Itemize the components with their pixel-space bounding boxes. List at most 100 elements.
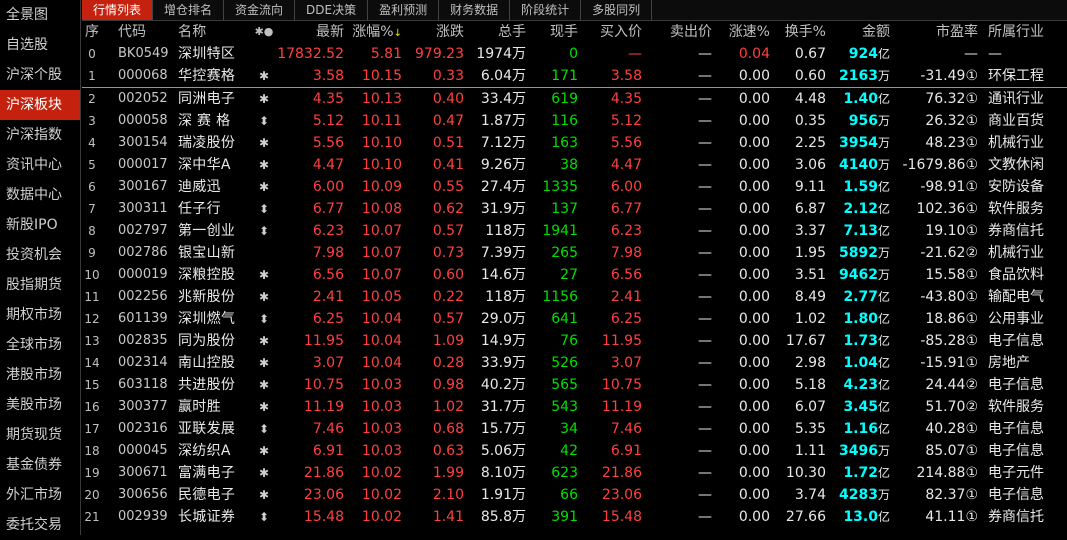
cell-bid: 7.98 — [610, 245, 642, 261]
cell-seq: 21 — [84, 510, 100, 524]
sidebar-item[interactable]: 资讯中心 — [0, 150, 80, 180]
table-row[interactable]: 19 300671 富满电子 ✱ 21.86 10.02 1.99 8.10万 623 21.86… — [82, 462, 1067, 484]
cell-name: 深粮控股 — [178, 267, 236, 283]
table-row[interactable]: 4 300154 瑞凌股份 ✱ 5.56 10.10 0.51 7.12万 163 5.56—0.… — [82, 132, 1067, 154]
cell-bid: 11.19 — [601, 399, 642, 415]
table-row[interactable]: 2 002052 同洲电子 ✱ 4.35 10.13 0.40 33.4万 619 4.35—0.… — [82, 88, 1067, 110]
sidebar-item[interactable]: 期权市场 — [0, 300, 80, 330]
cell-change: 0.98 — [432, 377, 464, 393]
col-ask[interactable]: 卖出价 — [642, 21, 712, 43]
sidebar-item[interactable]: 投资机会 — [0, 240, 80, 270]
tab[interactable]: 盈利预测 — [368, 0, 440, 20]
sidebar-item[interactable]: 新股IPO — [0, 210, 80, 240]
sidebar-item[interactable]: 沪深个股 — [0, 60, 80, 90]
sidebar-item[interactable]: 委托交易 — [0, 510, 80, 540]
cell-ask: — — [698, 91, 712, 107]
cell-bid: 5.12 — [610, 113, 642, 129]
table-row[interactable]: 17 002316 亚联发展 ⬍ 7.46 10.03 0.68 15.7万 34 7.46—0.… — [82, 418, 1067, 440]
table-body: 0 BK0549 深圳特区 17832.52 5.81 979.23 1974万 0— —0.0… — [82, 43, 1067, 528]
tab[interactable]: 增仓排名 — [153, 0, 225, 20]
cell-industry: 软件服务 — [988, 399, 1044, 415]
table-row[interactable]: 1 000068 华控赛格 ✱ 3.58 10.15 0.33 6.04万 171 3.58—0.… — [82, 65, 1067, 88]
cell-speed: 0.00 — [738, 135, 770, 151]
cell-change: 0.47 — [432, 113, 464, 129]
tab[interactable]: 财务数据 — [439, 0, 511, 20]
table-row[interactable]: 5 000017 深中华A ✱ 4.47 10.10 0.41 9.26万 38 4.47—0.0… — [82, 154, 1067, 176]
table-row[interactable]: 10 000019 深粮控股 ✱ 6.56 10.07 0.60 14.6万 27 6.56—0.… — [82, 264, 1067, 286]
table-row[interactable]: 21 002939 长城证券 ⬍ 15.48 10.02 1.41 85.8万 391 15.48… — [82, 506, 1067, 528]
cell-seq: 1 — [88, 69, 96, 83]
col-turnover[interactable]: 换手% — [770, 21, 826, 43]
sidebar-item[interactable]: 沪深板块 — [0, 90, 80, 120]
cell-industry: — — [988, 46, 1002, 62]
cell-pct: 10.04 — [361, 355, 402, 371]
cell-pct: 10.08 — [361, 201, 402, 217]
sidebar-item[interactable]: 股指期货 — [0, 270, 80, 300]
col-name[interactable]: 名称 — [178, 21, 254, 43]
cell-name: 赢时胜 — [178, 399, 221, 415]
cell-turnover: 10.30 — [785, 465, 826, 481]
table-row[interactable]: 14 002314 南山控股 ✱ 3.07 10.04 0.28 33.9万 526 3.07—0… — [82, 352, 1067, 374]
table-row[interactable]: 16 300377 赢时胜 ✱ 11.19 10.03 1.02 31.7万 543 11.19—… — [82, 396, 1067, 418]
sidebar-item[interactable]: 基金债券 — [0, 450, 80, 480]
table-row[interactable]: 11 002256 兆新股份 ✱ 2.41 10.05 0.22 118万 1156 2.41—0… — [82, 286, 1067, 308]
cell-seq: 10 — [84, 268, 100, 282]
sidebar-item[interactable]: 港股市场 — [0, 360, 80, 390]
table-row[interactable]: 13 002835 同为股份 ✱ 11.95 10.04 1.09 14.9万 76 11.95—… — [82, 330, 1067, 352]
cell-volume: 33.4万 — [480, 91, 526, 107]
table-row[interactable]: 7 300311 任子行 ⬍ 6.77 10.08 0.62 31.9万 137 6.77—0.0… — [82, 198, 1067, 220]
table-row[interactable]: 18 000045 深纺织A ✱ 6.91 10.03 0.63 5.06万 42 6.91—0.… — [82, 440, 1067, 462]
cell-ask: — — [698, 113, 712, 129]
col-current[interactable]: 现手 — [526, 21, 578, 43]
sidebar-item[interactable]: 自选股 — [0, 30, 80, 60]
cell-speed: 0.00 — [738, 289, 770, 305]
cell-industry: 电子信息 — [988, 377, 1044, 393]
col-speed[interactable]: 涨速% — [712, 21, 770, 43]
sidebar-item[interactable]: 沪深指数 — [0, 120, 80, 150]
sidebar-item[interactable]: 美股市场 — [0, 390, 80, 420]
cell-bid: 6.91 — [610, 443, 642, 459]
cell-volume: 40.2万 — [480, 377, 526, 393]
tab[interactable]: 行情列表 — [82, 0, 154, 20]
col-last[interactable]: 最新 — [274, 21, 344, 43]
col-volume[interactable]: 总手 — [464, 21, 526, 43]
sidebar-item[interactable]: 期货现货 — [0, 420, 80, 450]
tab[interactable]: 阶段统计 — [510, 0, 582, 20]
cell-change: 0.57 — [432, 223, 464, 239]
cell-pe: 26.32① — [925, 113, 978, 129]
table-row[interactable]: 15 603118 共进股份 ✱ 10.75 10.03 0.98 40.2万 565 10.75… — [82, 374, 1067, 396]
table-row[interactable]: 20 300656 民德电子 ✱ 23.06 10.02 2.10 1.91万 66 23.06—… — [82, 484, 1067, 506]
table-row[interactable]: 9 002786 银宝山新 7.98 10.07 0.73 7.39万 265 7.98—0.0… — [82, 242, 1067, 264]
cell-turnover: 9.11 — [794, 179, 826, 195]
cell-industry: 券商信托 — [988, 223, 1044, 239]
sidebar-item[interactable]: 全景图 — [0, 0, 80, 30]
cell-name: 华控赛格 — [178, 68, 236, 84]
tab[interactable]: 资金流向 — [224, 0, 296, 20]
col-amount[interactable]: 金额 — [826, 21, 890, 43]
col-change[interactable]: 涨跌 — [402, 21, 464, 43]
col-flag[interactable]: ✱● — [254, 21, 274, 43]
cell-ask: — — [698, 245, 712, 261]
table-row[interactable]: 3 000058 深 赛 格 ⬍ 5.12 10.11 0.47 1.87万 116 5.12—0… — [82, 110, 1067, 132]
cell-pct: 10.04 — [361, 311, 402, 327]
col-seq[interactable]: 序 — [82, 21, 102, 43]
cell-seq: 2 — [88, 92, 96, 106]
cell-volume: 1974万 — [476, 46, 526, 62]
cell-turnover: 4.48 — [794, 91, 826, 107]
table-row[interactable]: 12 601139 深圳燃气 ⬍ 6.25 10.04 0.57 29.0万 641 6.25—0… — [82, 308, 1067, 330]
sidebar-item[interactable]: 全球市场 — [0, 330, 80, 360]
sidebar-item[interactable]: 数据中心 — [0, 180, 80, 210]
table-row[interactable]: 8 002797 第一创业 ⬍ 6.23 10.07 0.57 118万 1941 6.23—0.… — [82, 220, 1067, 242]
cell-bid: 23.06 — [601, 487, 642, 503]
tab[interactable]: DDE决策 — [295, 0, 369, 20]
table-row[interactable]: 0 BK0549 深圳特区 17832.52 5.81 979.23 1974万 0— —0.0… — [82, 43, 1067, 65]
col-bid[interactable]: 买入价 — [578, 21, 642, 43]
col-pe[interactable]: 市盈率 — [890, 21, 978, 43]
col-pct[interactable]: 涨幅%↓ — [344, 21, 402, 43]
cell-pct: 10.02 — [361, 465, 402, 481]
table-row[interactable]: 6 300167 迪威迅 ✱ 6.00 10.09 0.55 27.4万 1335 6.00—0.… — [82, 176, 1067, 198]
col-industry[interactable]: 所属行业 — [980, 21, 1067, 43]
sidebar-item[interactable]: 外汇市场 — [0, 480, 80, 510]
cell-name: 长城证券 — [178, 509, 236, 525]
tab[interactable]: 多股同列 — [581, 0, 653, 20]
